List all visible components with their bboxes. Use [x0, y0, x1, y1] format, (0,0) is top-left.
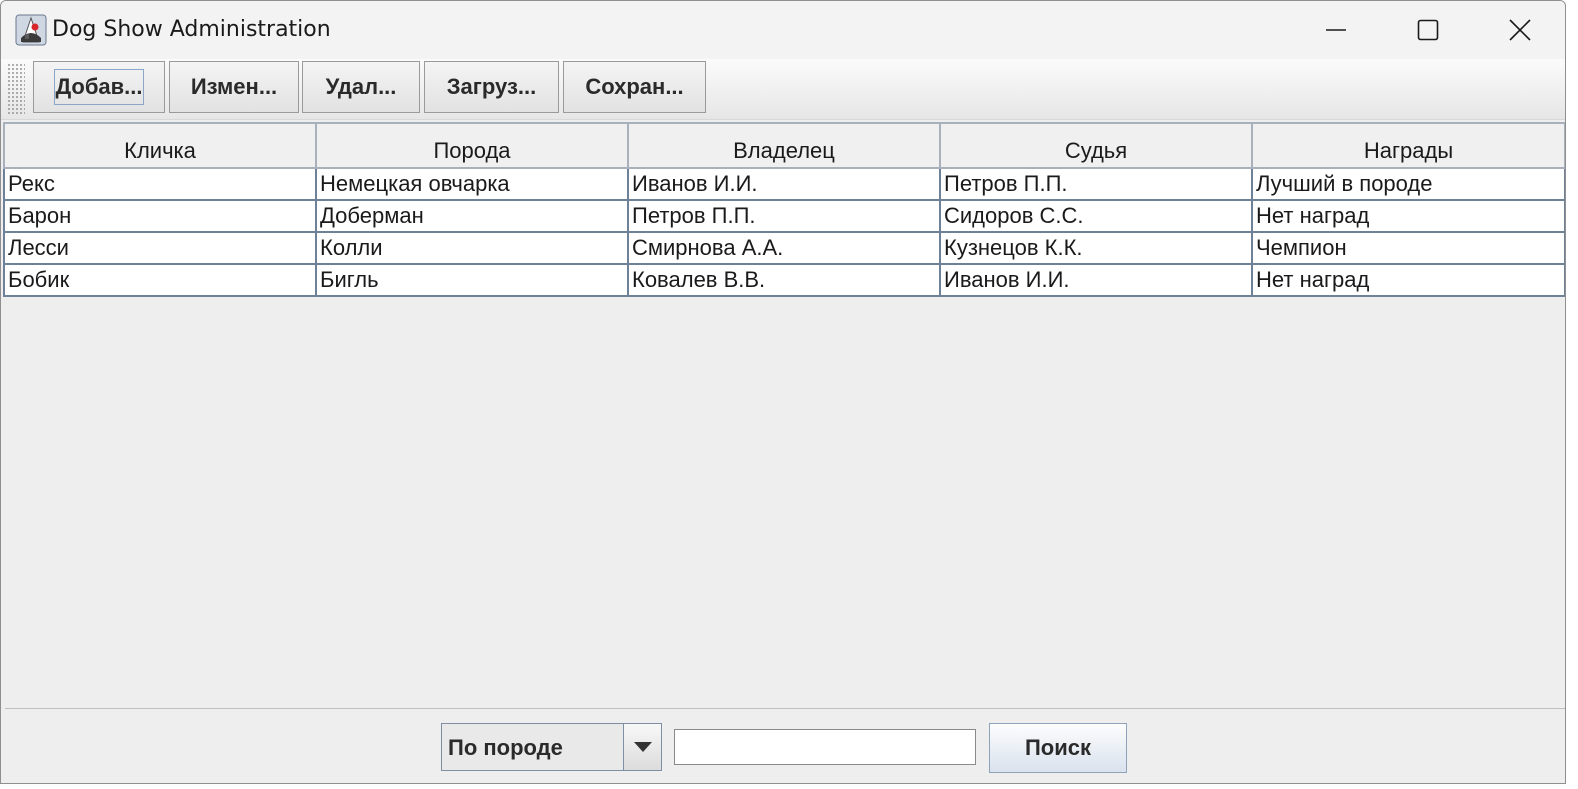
search-mode-selected-label: По породе	[448, 735, 563, 760]
column-header-name[interactable]: Кличка	[3, 122, 317, 169]
table-header-row: Кличка Порода Владелец Судья Награды	[3, 122, 1565, 169]
table-cell[interactable]: Чемпион	[1252, 232, 1565, 265]
maximize-icon	[1417, 19, 1439, 41]
close-button[interactable]	[1474, 1, 1565, 59]
delete-button-label: Удал...	[325, 74, 397, 99]
table-cell[interactable]: Доберман	[316, 200, 629, 233]
table-cell[interactable]: Колли	[316, 232, 629, 265]
maximize-button[interactable]	[1382, 1, 1474, 59]
table-row[interactable]: Бобик Бигль Ковалев В.В. Иванов И.И. Нет…	[3, 264, 1565, 297]
table-cell[interactable]: Рекс	[3, 168, 317, 201]
table-cell[interactable]: Петров П.П.	[940, 168, 1253, 201]
close-icon	[1509, 19, 1531, 41]
column-header-breed[interactable]: Порода	[316, 122, 629, 169]
search-button[interactable]: Поиск	[989, 723, 1127, 773]
table-cell[interactable]: Иванов И.И.	[940, 264, 1253, 297]
table-cell[interactable]: Смирнова А.А.	[628, 232, 941, 265]
dogs-table: Кличка Порода Владелец Судья Награды Рек…	[3, 122, 1565, 297]
java-app-icon	[15, 14, 47, 46]
bottom-panel-divider	[5, 708, 1565, 709]
chevron-down-icon	[633, 742, 652, 752]
toolbar-grip-handle[interactable]	[7, 63, 25, 115]
table-cell[interactable]: Немецкая овчарка	[316, 168, 629, 201]
table-row[interactable]: Лесси Колли Смирнова А.А. Кузнецов К.К. …	[3, 232, 1565, 265]
toolbar: Добав... Измен... Удал... Загруз... Сохр…	[1, 59, 1565, 120]
column-header-owner[interactable]: Владелец	[628, 122, 941, 169]
edit-button[interactable]: Измен...	[169, 61, 299, 113]
add-button-label: Добав...	[54, 69, 144, 105]
table-cell[interactable]: Бигль	[316, 264, 629, 297]
table-cell[interactable]: Нет наград	[1252, 200, 1565, 233]
table-cell[interactable]: Лучший в породе	[1252, 168, 1565, 201]
search-button-label: Поиск	[1024, 735, 1092, 760]
table-cell[interactable]: Барон	[3, 200, 317, 233]
table-cell[interactable]: Бобик	[3, 264, 317, 297]
dogs-table-scrollpane: Кличка Порода Владелец Судья Награды Рек…	[3, 122, 1565, 708]
search-mode-select[interactable]: По породе	[441, 723, 662, 771]
search-input[interactable]	[674, 729, 976, 765]
table-row[interactable]: Рекс Немецкая овчарка Иванов И.И. Петров…	[3, 168, 1565, 201]
table-cell[interactable]: Петров П.П.	[628, 200, 941, 233]
save-button-label: Сохран...	[585, 74, 684, 99]
minimize-button[interactable]	[1290, 1, 1382, 59]
title-bar[interactable]: Dog Show Administration	[1, 1, 1565, 59]
column-header-judge[interactable]: Судья	[940, 122, 1253, 169]
window-title: Dog Show Administration	[52, 17, 331, 42]
minimize-icon	[1326, 29, 1346, 31]
app-window: Dog Show Administration Добав... Измен..…	[0, 0, 1566, 784]
table-cell[interactable]: Нет наград	[1252, 264, 1565, 297]
add-button[interactable]: Добав...	[33, 61, 165, 113]
dropdown-arrow-button[interactable]	[623, 724, 661, 770]
delete-button[interactable]: Удал...	[302, 61, 420, 113]
save-button[interactable]: Сохран...	[563, 61, 706, 113]
edit-button-label: Измен...	[190, 74, 278, 99]
column-header-awards[interactable]: Награды	[1252, 122, 1565, 169]
table-cell[interactable]: Иванов И.И.	[628, 168, 941, 201]
table-cell[interactable]: Кузнецов К.К.	[940, 232, 1253, 265]
table-cell[interactable]: Сидоров С.С.	[940, 200, 1253, 233]
table-cell[interactable]: Ковалев В.В.	[628, 264, 941, 297]
table-cell[interactable]: Лесси	[3, 232, 317, 265]
table-row[interactable]: Барон Доберман Петров П.П. Сидоров С.С. …	[3, 200, 1565, 233]
load-button-label: Загруз...	[446, 74, 537, 99]
load-button[interactable]: Загруз...	[424, 61, 559, 113]
